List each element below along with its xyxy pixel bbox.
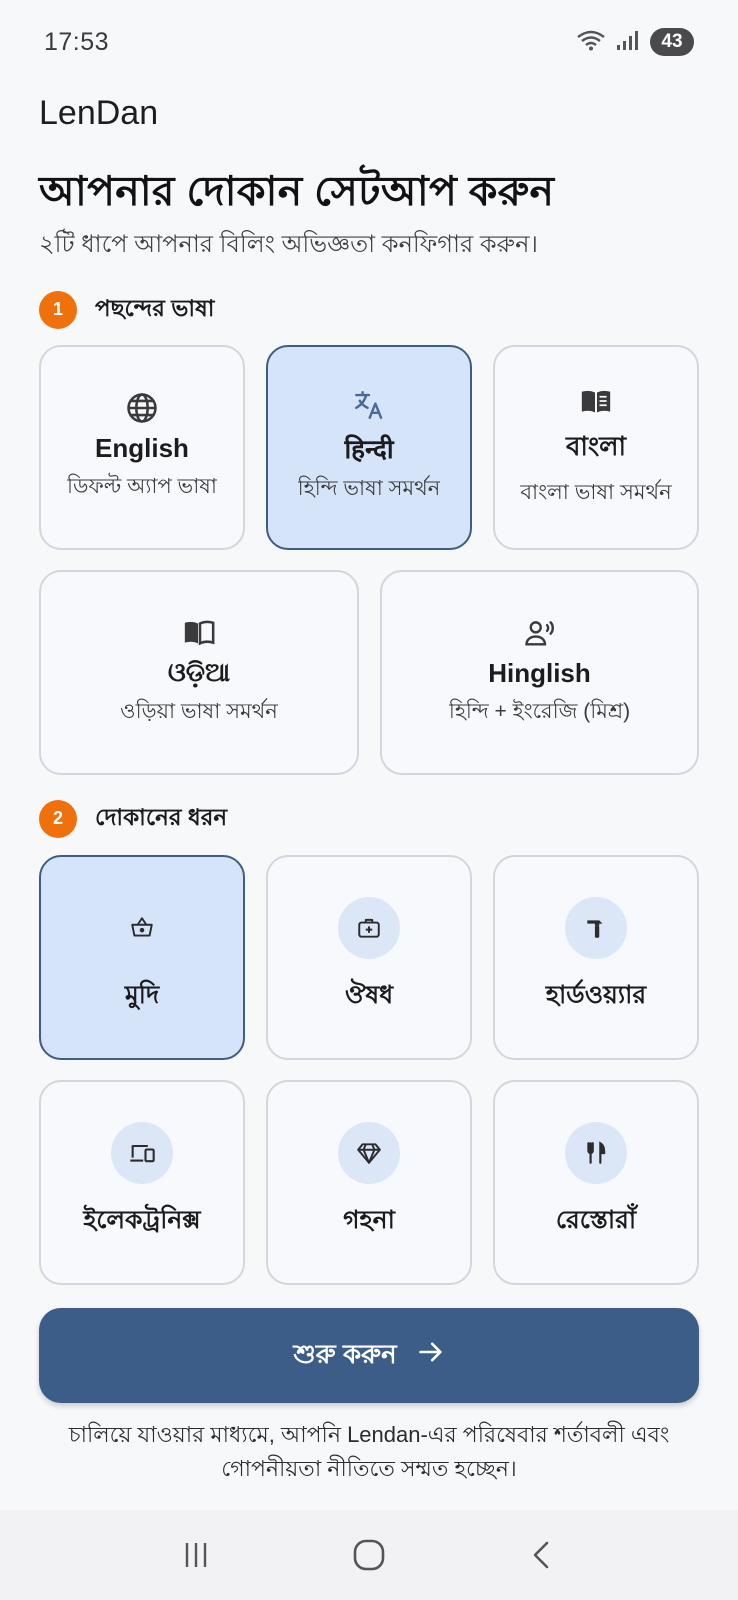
language-card-english[interactable]: English ডিফল্ট অ্যাপ ভাষা — [39, 345, 245, 550]
shop-label: ঔষধ — [344, 981, 394, 1009]
language-title: বাংলা — [565, 431, 627, 461]
system-nav-bar — [0, 1510, 738, 1600]
basket-icon — [111, 897, 173, 959]
shop-label: ইলেকট্রনিক্স — [83, 1206, 201, 1234]
language-card-hindi[interactable]: हिन्दी হিন্দি ভাষা সমর্থন — [266, 345, 472, 550]
language-desc: বাংলা ভাষা সমর্থন — [520, 481, 672, 504]
home-button[interactable] — [339, 1525, 399, 1585]
shop-label: মুদি — [124, 981, 160, 1009]
language-card-odia[interactable]: ଓଡ଼ିଆ ওড়িয়া ভাষা সমর্থন — [39, 570, 359, 775]
section-shop-type-label: দোকানের ধরন — [95, 804, 228, 830]
section-language-label: পছন্দের ভাষা — [95, 295, 215, 321]
shop-card-hardware[interactable]: হার্ডওয়্যার — [493, 855, 699, 1060]
step-badge-1: 1 — [39, 290, 77, 329]
globe-icon — [125, 391, 159, 425]
section-language-header: 1 পছন্দের ভাষা — [39, 290, 214, 329]
medical-kit-icon — [338, 897, 400, 959]
hammer-icon — [565, 897, 627, 959]
shop-card-jewelry[interactable]: গহনা — [266, 1080, 472, 1285]
back-button[interactable] — [512, 1525, 572, 1585]
language-title: ଓଡ଼ିଆ — [167, 657, 231, 687]
language-desc: হিন্দি ভাষা সমর্থন — [297, 477, 441, 500]
status-icons: 43 — [576, 28, 694, 56]
battery-indicator: 43 — [650, 28, 694, 56]
shop-label: রেস্তোরাঁ — [555, 1206, 637, 1234]
start-button-label: শুরু করুন — [293, 1338, 397, 1369]
arrow-right-icon — [417, 1338, 445, 1373]
diamond-icon — [338, 1122, 400, 1184]
page-subtitle: ২টি ধাপে আপনার বিলিং অভিজ্ঞতা কনফিগার কর… — [39, 231, 538, 258]
recent-apps-button[interactable] — [166, 1525, 226, 1585]
language-card-bengali[interactable]: বাংলা বাংলা ভাষা সমর্থন — [493, 345, 699, 550]
app-brand: LenDan — [39, 94, 159, 132]
language-desc: হিন্দি + ইংরেজি (মিশ্র) — [448, 699, 631, 723]
status-bar: 17:53 43 — [0, 0, 738, 84]
language-card-hinglish[interactable]: Hinglish হিন্দি + ইংরেজি (মিশ্র) — [380, 570, 699, 775]
shop-card-pharmacy[interactable]: ঔষধ — [266, 855, 472, 1060]
voice-icon — [523, 616, 557, 650]
language-desc: ডিফল্ট অ্যাপ ভাষা — [67, 474, 217, 498]
shop-card-electronics[interactable]: ইলেকট্রনিক্স — [39, 1080, 245, 1285]
wifi-icon — [576, 29, 606, 56]
devices-icon — [111, 1122, 173, 1184]
terms-text: চালিয়ে যাওয়ার মাধ্যমে, আপনি Lendan-এর … — [68, 1422, 670, 1481]
language-title: Hinglish — [488, 657, 591, 688]
restaurant-icon — [565, 1122, 627, 1184]
shop-label: হার্ডওয়্যার — [545, 981, 647, 1009]
start-button[interactable]: শুরু করুন — [39, 1308, 699, 1403]
language-desc: ওড়িয়া ভাষা সমর্থন — [120, 700, 278, 723]
page-title: আপনার দোকান সেটআপ করুন — [39, 168, 555, 214]
translate-icon — [352, 388, 386, 422]
book-icon — [182, 615, 216, 649]
shop-card-restaurant[interactable]: রেস্তোরাঁ — [493, 1080, 699, 1285]
language-title: हिन्दी — [344, 434, 394, 464]
language-title: English — [95, 432, 189, 463]
step-badge-2: 2 — [39, 799, 77, 838]
shop-label: গহনা — [343, 1206, 395, 1234]
shop-card-grocery[interactable]: মুদি — [39, 855, 245, 1060]
section-shop-type-header: 2 দোকানের ধরন — [39, 799, 227, 838]
signal-icon — [616, 29, 640, 56]
book-open-icon — [579, 384, 613, 418]
status-time: 17:53 — [44, 27, 110, 56]
